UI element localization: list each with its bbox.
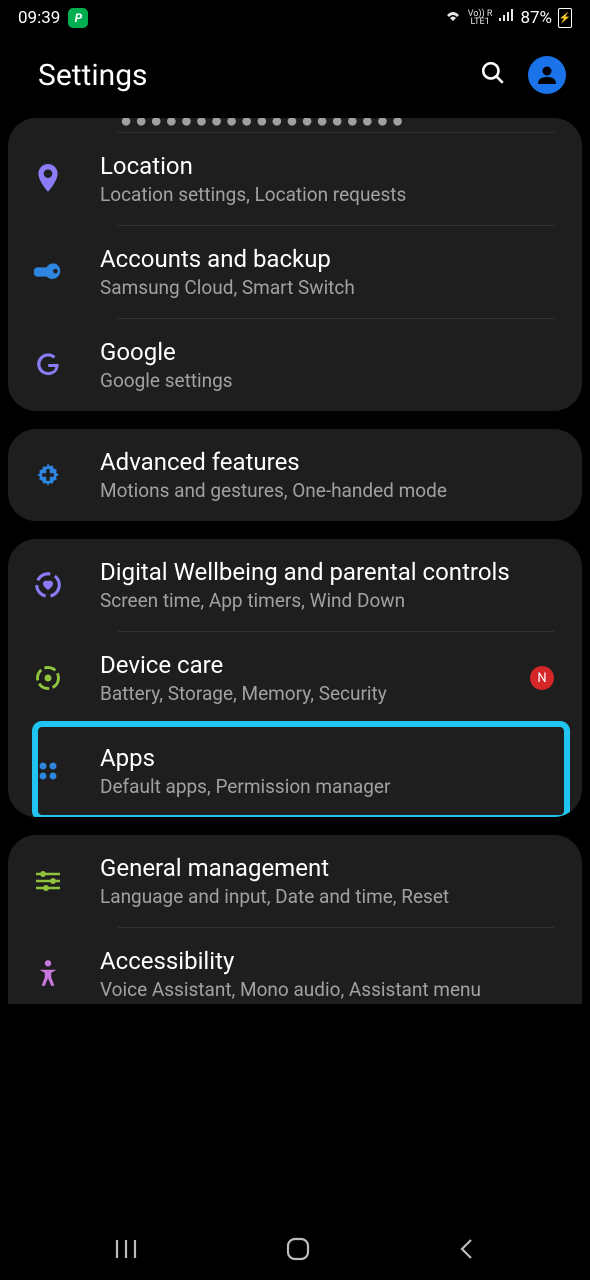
settings-row-apps[interactable]: Apps Default apps, Permission manager [8,725,582,817]
settings-row-location[interactable]: Location Location settings, Location req… [8,133,582,225]
back-button[interactable] [457,1237,477,1265]
network-label: Vo)) R LTE1 [468,10,493,26]
row-title: Advanced features [100,447,554,477]
notification-badge: N [530,666,554,690]
row-subtitle: Location settings, Location requests [100,183,554,207]
settings-list: ●●●●●●●●●●●●●●●●●●● Location Location se… [0,118,590,1004]
row-subtitle: Samsung Cloud, Smart Switch [100,276,554,300]
settings-group: Digital Wellbeing and parental controls … [8,539,582,817]
page-title: Settings [38,58,148,93]
row-subtitle: Voice Assistant, Mono audio, Assistant m… [100,978,554,1002]
notification-app-icon: P [68,8,88,28]
home-button[interactable] [285,1236,311,1266]
row-subtitle: Google settings [100,369,554,393]
profile-avatar[interactable] [528,56,566,94]
settings-row-general[interactable]: General management Language and input, D… [8,835,582,927]
row-title: Digital Wellbeing and parental controls [100,557,554,587]
settings-group: Advanced features Motions and gestures, … [8,429,582,521]
wellbeing-icon [26,563,70,607]
status-bar: 09:39 P Vo)) R LTE1 87% ⚡ [0,0,590,34]
row-title: Google [100,337,554,367]
header: Settings [0,34,590,118]
partial-cut-row: ●●●●●●●●●●●●●●●●●●● [8,118,582,132]
row-title: General management [100,853,554,883]
row-subtitle: Motions and gestures, One-handed mode [100,479,554,503]
status-time: 09:39 [18,8,60,28]
battery-charging-icon: ⚡ [558,8,572,28]
apps-grid-icon [26,749,70,793]
row-title: Device care [100,650,530,680]
settings-row-wellbeing[interactable]: Digital Wellbeing and parental controls … [8,539,582,631]
recents-button[interactable] [113,1237,139,1265]
row-title: Location [100,151,554,181]
settings-row-accounts[interactable]: Accounts and backup Samsung Cloud, Smart… [8,226,582,318]
row-title: Accounts and backup [100,244,554,274]
row-title: Accessibility [100,946,554,976]
settings-row-accessibility[interactable]: Accessibility Voice Assistant, Mono audi… [8,928,582,1004]
row-subtitle: Screen time, App timers, Wind Down [100,589,554,613]
key-icon [26,250,70,294]
gear-plus-icon [26,453,70,497]
accessibility-icon [26,952,70,996]
signal-icon [498,8,514,28]
row-subtitle: Language and input, Date and time, Reset [100,885,554,909]
settings-row-devicecare[interactable]: Device care Battery, Storage, Memory, Se… [8,632,582,724]
wifi-icon [444,8,462,28]
row-subtitle: Default apps, Permission manager [100,775,554,799]
device-care-icon [26,656,70,700]
google-g-icon [26,343,70,387]
settings-row-advanced[interactable]: Advanced features Motions and gestures, … [8,429,582,521]
settings-row-google[interactable]: Google Google settings [8,319,582,411]
battery-percent: 87% [520,8,552,28]
settings-group: General management Language and input, D… [8,835,582,1004]
row-title: Apps [100,743,554,773]
location-pin-icon [26,157,70,201]
navigation-bar [0,1222,590,1280]
row-subtitle: Battery, Storage, Memory, Security [100,682,530,706]
search-icon[interactable] [480,60,506,90]
settings-group: ●●●●●●●●●●●●●●●●●●● Location Location se… [8,118,582,411]
sliders-icon [26,859,70,903]
